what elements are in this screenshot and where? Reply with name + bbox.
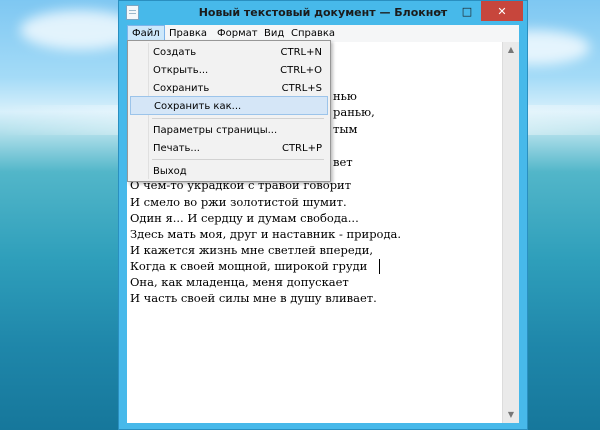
text-caret (379, 259, 380, 274)
menu-item-page-setup[interactable]: Параметры страницы... (130, 121, 328, 140)
text-line-partial: тым (333, 122, 358, 136)
text-line-partial: нью (333, 89, 357, 103)
menu-item-shortcut: CTRL+P (281, 143, 322, 154)
text-line: Когда к своей мощной, широкой груди (130, 259, 368, 273)
menu-item-label: Сохранить (153, 83, 210, 94)
menu-item-shortcut: CTRL+N (280, 47, 322, 58)
text-line: Здесь мать моя, друг и наставник - приро… (130, 227, 402, 241)
scroll-down-icon[interactable]: ▼ (503, 407, 519, 423)
menu-item-print[interactable]: Печать... CTRL+P (130, 139, 328, 158)
menu-item-label: Сохранить как... (154, 101, 242, 112)
scroll-up-icon[interactable]: ▲ (503, 42, 519, 58)
text-line: И смело во ржи золотистой шумит. (130, 195, 347, 209)
text-line-partial: вет (333, 155, 353, 169)
close-button[interactable]: ✕ (481, 1, 523, 21)
menu-item-label: Создать (153, 47, 197, 58)
menu-item-label: Печать... (153, 143, 200, 154)
text-line: И кажется жизнь мне светлей впереди, (130, 243, 374, 257)
text-line-partial: ранью, (333, 105, 375, 119)
menu-item-open[interactable]: Открыть... CTRL+O (130, 61, 328, 80)
menu-item-shortcut: CTRL+S (281, 83, 322, 94)
title-bar[interactable]: Новый текстовый документ — Блокнот — □ ✕ (119, 1, 527, 25)
menu-separator (152, 118, 324, 119)
text-line: Один я... И сердцу и думам свобода... (130, 211, 359, 225)
menu-item-label: Выход (153, 166, 187, 177)
menu-item-label: Открыть... (153, 65, 209, 76)
menu-item-exit[interactable]: Выход (130, 162, 328, 181)
file-menu-dropdown: Создать CTRL+N Открыть... CTRL+O Сохрани… (127, 40, 331, 182)
minimize-button[interactable]: — (425, 1, 453, 21)
menu-item-save-as[interactable]: Сохранить как... (130, 96, 328, 115)
menu-separator (152, 159, 324, 160)
maximize-button[interactable]: □ (453, 1, 481, 21)
vertical-scrollbar[interactable]: ▲ ▼ (502, 42, 519, 423)
menu-item-new[interactable]: Создать CTRL+N (130, 43, 328, 62)
menu-item-shortcut: CTRL+O (280, 65, 322, 76)
text-line: И часть своей силы мне в душу вливает. (130, 291, 377, 305)
text-line: Она, как младенца, меня допускает (130, 275, 349, 289)
menu-item-label: Параметры страницы... (153, 125, 278, 136)
